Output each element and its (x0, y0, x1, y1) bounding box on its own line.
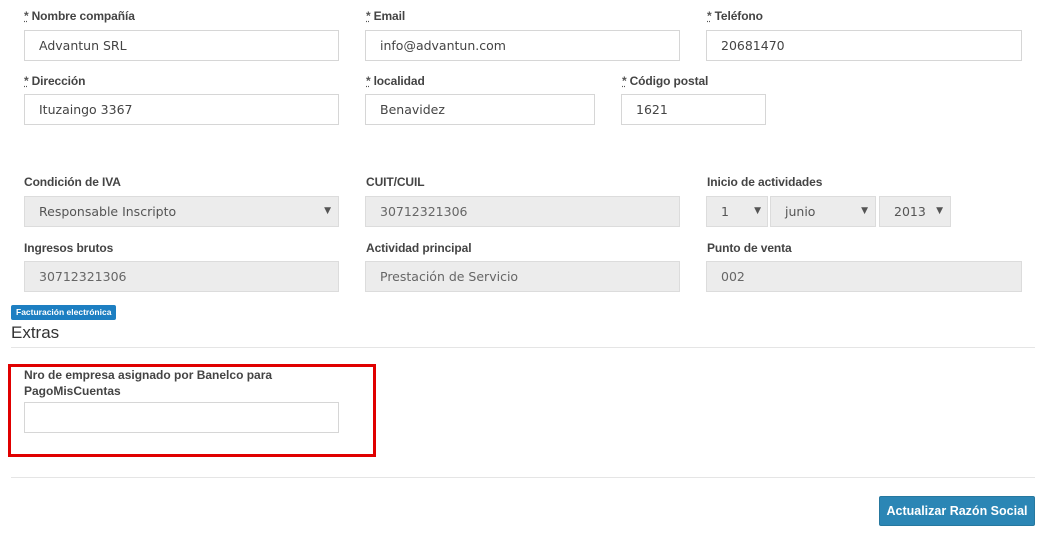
nombre-compania-label: * Nombre compañía (24, 9, 135, 23)
inicio-year-value: 2013 (894, 204, 926, 219)
punto-venta-input: 002 (706, 261, 1022, 292)
nombre-compania-input[interactable]: Advantun SRL (24, 30, 339, 61)
telefono-label: * Teléfono (707, 9, 763, 23)
condicion-iva-label: Condición de IVA (24, 175, 121, 189)
caret-down-icon: ▼ (861, 206, 868, 216)
codigo-postal-label: * Código postal (622, 74, 709, 88)
facturacion-electronica-badge: Facturación electrónica (11, 305, 117, 320)
email-input[interactable]: info@advantun.com (365, 30, 680, 61)
inicio-day-select[interactable]: 1 ▼ (706, 196, 768, 227)
localidad-label: * localidad (366, 74, 425, 88)
telefono-input[interactable]: 20681470 (706, 30, 1022, 61)
ingresos-brutos-input: 30712321306 (24, 261, 339, 292)
inicio-year-select[interactable]: 2013 ▼ (879, 196, 951, 227)
caret-down-icon: ▼ (754, 206, 761, 216)
codigo-postal-input[interactable]: 1621 (621, 94, 766, 125)
actualizar-razon-social-button[interactable]: Actualizar Razón Social (879, 496, 1035, 526)
cuit-input: 30712321306 (365, 196, 680, 227)
direccion-input[interactable]: Ituzaingo 3367 (24, 94, 339, 125)
inicio-month-select[interactable]: junio ▼ (770, 196, 876, 227)
email-label: * Email (366, 9, 406, 23)
banelco-input[interactable] (24, 402, 339, 433)
ingresos-brutos-label: Ingresos brutos (24, 241, 114, 255)
actividad-principal-input: Prestación de Servicio (365, 261, 680, 292)
actividad-principal-label: Actividad principal (366, 241, 472, 255)
condicion-iva-select[interactable]: Responsable Inscripto ▼ (24, 196, 339, 227)
extras-title: Extras (11, 323, 60, 342)
localidad-input[interactable]: Benavidez (365, 94, 595, 125)
inicio-actividades-label: Inicio de actividades (707, 175, 823, 189)
caret-down-icon: ▼ (324, 206, 331, 216)
condicion-iva-value: Responsable Inscripto (39, 204, 177, 219)
banelco-label: Nro de empresa asignado por Banelco para… (24, 368, 273, 398)
cuit-label: CUIT/CUIL (366, 175, 425, 189)
punto-venta-label: Punto de venta (707, 241, 792, 255)
direccion-label: * Dirección (24, 74, 86, 88)
inicio-day-value: 1 (721, 204, 729, 219)
caret-down-icon: ▼ (936, 206, 943, 216)
extras-divider (11, 347, 1035, 348)
inicio-month-value: junio (785, 204, 816, 219)
footer-divider (11, 477, 1035, 478)
